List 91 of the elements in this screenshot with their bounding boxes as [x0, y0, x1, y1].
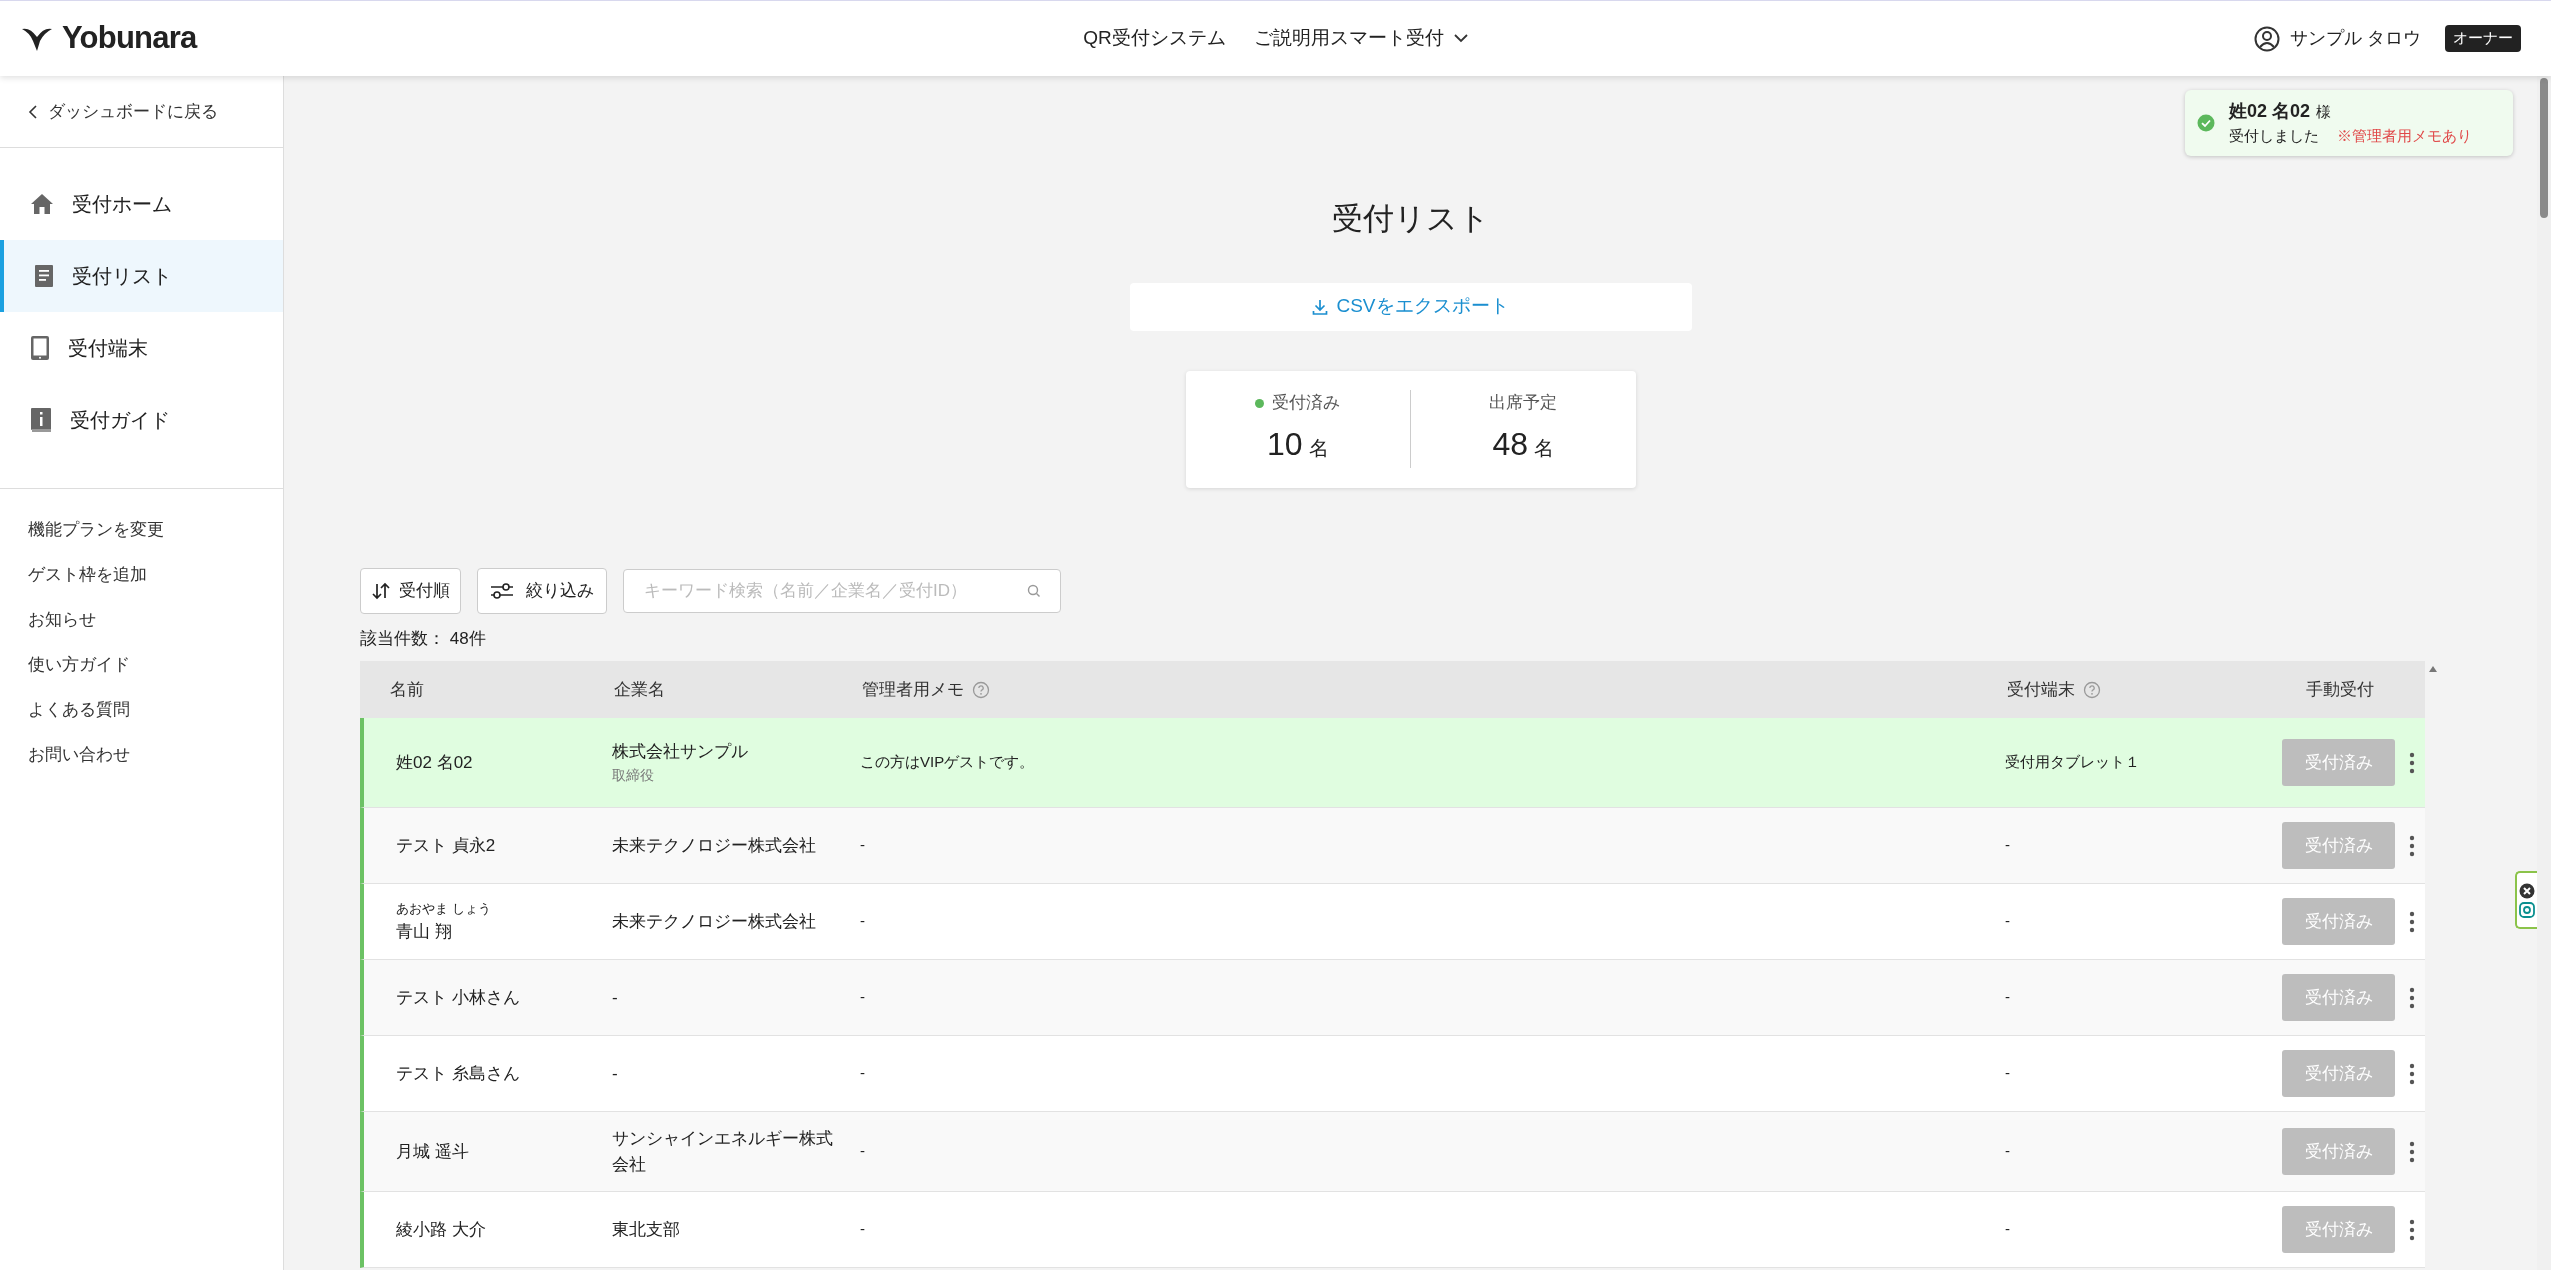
search-field[interactable]: キーワード検索（名前／企業名／受付ID）: [623, 568, 1061, 613]
stat-label: 出席予定: [1489, 392, 1558, 415]
system-name: QR受付システム: [1083, 26, 1226, 51]
page-title: 受付リスト: [1331, 200, 1490, 238]
search-icon: [1027, 583, 1041, 598]
company-name: 未来テクノロジー株式会社: [612, 834, 817, 857]
sort-icon: [371, 581, 391, 600]
terminal-name: -: [2005, 836, 2010, 854]
more-icon[interactable]: [2409, 834, 2415, 857]
role-badge: オーナー: [2445, 25, 2521, 52]
user-menu[interactable]: サンプル タロウ: [2290, 25, 2421, 52]
column-header: 手動受付: [2306, 678, 2374, 701]
info-book-icon: [30, 407, 52, 433]
sidebar-link[interactable]: ゲスト枠を追加: [0, 552, 283, 597]
company-name: -: [612, 1062, 619, 1085]
home-icon: [30, 193, 54, 215]
terminal-name: -: [2005, 988, 2010, 1006]
document-icon: [34, 264, 54, 288]
shield-icon: [2519, 901, 2535, 918]
column-header: 受付端末: [2007, 678, 2075, 701]
guest-name: テスト 糸島さん: [396, 1062, 521, 1085]
honorific: 様: [2316, 102, 2332, 122]
terminal-name: -: [2005, 1220, 2010, 1238]
more-icon[interactable]: [2409, 986, 2415, 1009]
admin-memo: -: [860, 912, 865, 930]
company-name: 株式会社サンプル: [612, 741, 749, 764]
company-name: 未来テクノロジー株式会社: [612, 910, 817, 933]
scrollbar-thumb[interactable]: [2540, 78, 2548, 218]
terminal-name: -: [2005, 1142, 2010, 1160]
guest-name: 姓02 名02: [396, 751, 474, 774]
admin-memo: -: [860, 988, 865, 1006]
nav-item[interactable]: 受付リスト: [0, 240, 283, 312]
nav-item[interactable]: 受付端末: [0, 312, 283, 384]
stat-unit: 名: [1534, 435, 1555, 461]
guest-name: 綾小路 大介: [396, 1218, 487, 1241]
more-icon[interactable]: [2409, 1218, 2415, 1241]
sidebar-link[interactable]: 機能プランを変更: [0, 507, 283, 552]
result-count: 該当件数： 48件: [360, 627, 487, 650]
admin-memo: -: [860, 1220, 865, 1238]
memo-notice: ※管理者用メモあり: [2337, 126, 2472, 146]
column-header: 管理者用メモ: [862, 678, 964, 701]
help-icon: [972, 680, 990, 699]
stat-unit: 名: [1308, 435, 1329, 461]
admin-memo: -: [860, 1064, 865, 1082]
stat-value: 48: [1492, 424, 1529, 464]
guest-name: テスト 貞永2: [396, 834, 497, 857]
sliders-icon: [490, 581, 514, 600]
stat-value: 10: [1266, 424, 1303, 464]
chevron-down-icon: [1453, 34, 1468, 43]
guest-name: テスト 小林さん: [396, 986, 521, 1009]
sidebar-link[interactable]: お知らせ: [0, 597, 283, 642]
company-name: -: [612, 986, 619, 1009]
terminal-name: -: [2005, 1064, 2010, 1082]
guest-name: 月城 遥斗: [396, 1140, 470, 1163]
stat-label: 受付済み: [1272, 392, 1341, 415]
job-title: 取締役: [612, 765, 655, 785]
download-icon: [1312, 298, 1329, 315]
column-header: 名前: [390, 678, 424, 701]
toast-message: 受付しました: [2229, 126, 2319, 146]
logo-text: Yobunara: [62, 19, 197, 58]
chevron-left-icon: [28, 104, 38, 119]
filter-button[interactable]: 絞り込み: [477, 567, 607, 614]
scroll-up-icon: [2428, 665, 2438, 673]
more-icon[interactable]: [2409, 1062, 2415, 1085]
terminal-name: 受付用タブレット１: [2005, 753, 2140, 771]
help-icon: [2083, 680, 2101, 699]
sidebar-link[interactable]: お問い合わせ: [0, 732, 283, 777]
company-name: 東北支部: [612, 1218, 681, 1241]
nav-item[interactable]: 受付ホーム: [0, 168, 283, 240]
guest-name: 青山 翔: [396, 920, 453, 943]
nav-item[interactable]: 受付ガイド: [0, 384, 283, 456]
back-link[interactable]: ダッシュボードに戻る: [0, 76, 283, 148]
column-header: 企業名: [614, 678, 665, 701]
user-icon: [2254, 25, 2280, 52]
admin-memo: -: [860, 836, 865, 854]
event-dropdown[interactable]: ご説明用スマート受付: [1253, 24, 1468, 53]
more-icon[interactable]: [2409, 910, 2415, 933]
admin-memo: この方はVIPゲストです。: [860, 753, 1035, 771]
name-reading: あおやま しょう: [396, 900, 492, 918]
csv-export-button[interactable]: CSVをエクスポート: [1129, 282, 1692, 331]
guest-name: 姓02 名02: [2229, 100, 2311, 123]
check-circle-icon: [2197, 113, 2215, 132]
terminal-name: -: [2005, 912, 2010, 930]
company-name: サンシャインエネルギー株式会社: [612, 1128, 834, 1176]
tablet-icon: [30, 335, 50, 361]
sidebar-link[interactable]: よくある質問: [0, 687, 283, 732]
sidebar-link[interactable]: 使い方ガイド: [0, 642, 283, 687]
sort-button[interactable]: 受付順: [360, 567, 461, 614]
admin-memo: -: [860, 1142, 865, 1160]
more-icon[interactable]: [2409, 1140, 2415, 1163]
more-icon[interactable]: [2409, 751, 2415, 774]
